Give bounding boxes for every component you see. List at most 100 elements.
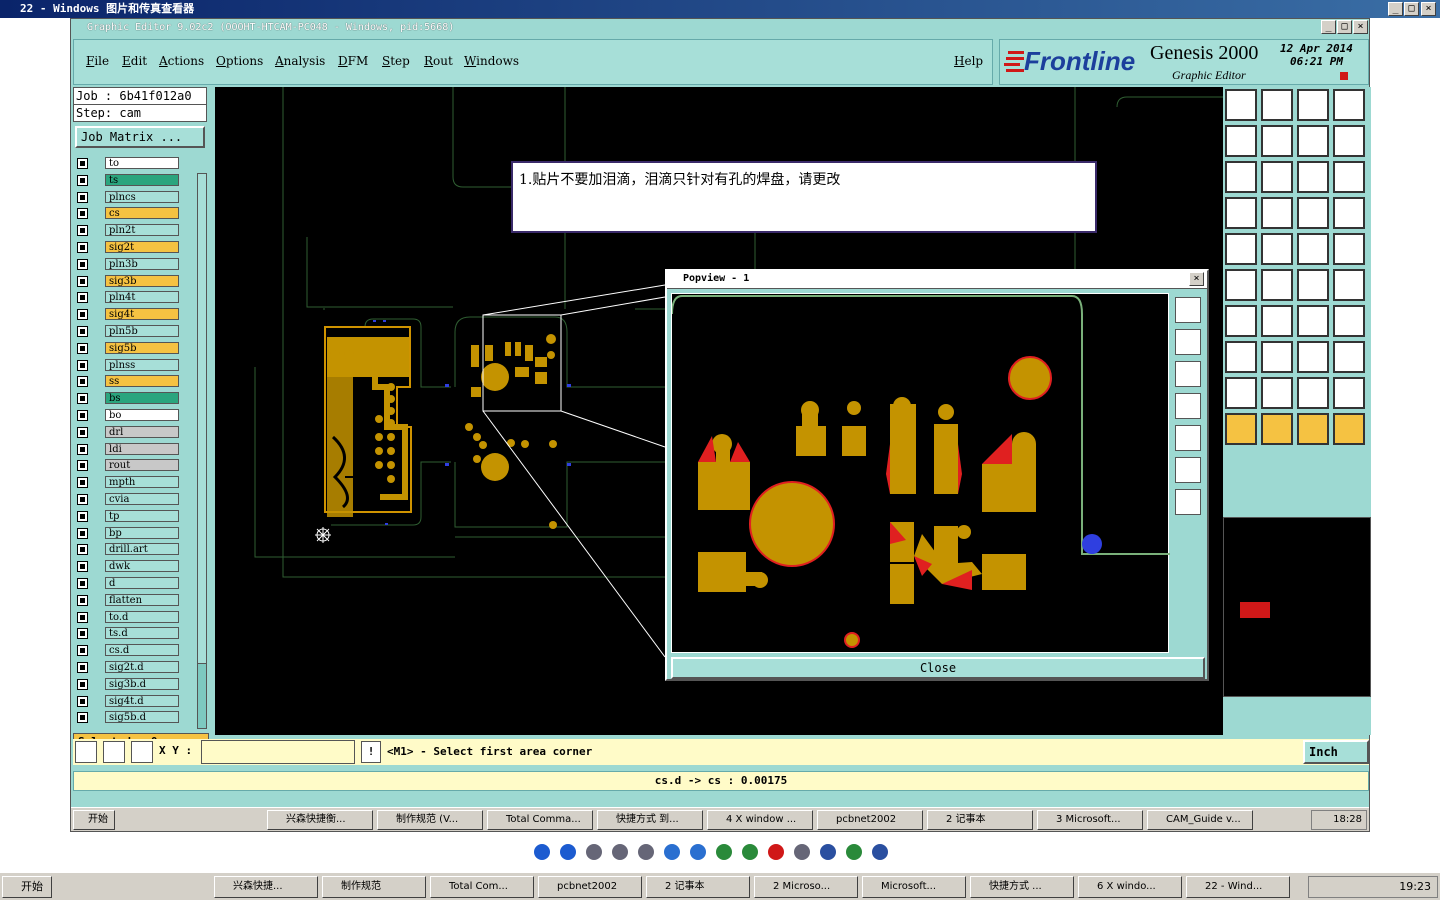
menu-analysis[interactable]: Analysis [275,54,325,68]
next-icon[interactable] [560,844,576,860]
layer-checkbox[interactable] [77,510,88,522]
tool-button-3-3-icon[interactable] [1333,197,1365,229]
tool-button-5-2-icon[interactable] [1297,269,1329,301]
layer-checkbox[interactable] [77,678,88,690]
layer-checkbox[interactable] [77,594,88,606]
grid-icon[interactable] [131,741,153,763]
task-item[interactable]: 6 X windo... [1078,876,1182,898]
tool-button-7-3-icon[interactable] [1333,341,1365,373]
inner-task-item[interactable]: pcbnet2002 [817,810,923,830]
close-button[interactable]: × [1421,2,1436,16]
mini-overview[interactable] [1223,517,1371,697]
layer-checkbox[interactable] [77,527,88,539]
menu-step[interactable]: Step [382,54,410,68]
tool-button-5-1-icon[interactable] [1261,269,1293,301]
best-fit-icon[interactable] [586,844,602,860]
menu-windows[interactable]: Windows [464,54,519,68]
unit-selector[interactable]: Inch [1303,740,1369,764]
ge-restore-button[interactable]: □ [1337,20,1352,34]
layer-checkbox[interactable] [77,426,88,438]
layer-checkbox[interactable] [77,359,88,371]
tool-button-4-0-icon[interactable] [1225,233,1257,265]
layer-checkbox[interactable] [77,258,88,270]
ge-close-button[interactable]: × [1353,20,1368,34]
task-item[interactable]: 快捷方式 ... [970,876,1074,898]
inner-start-button[interactable]: 开始 [73,810,115,830]
layer-row-ldi[interactable]: ldi [77,442,183,456]
task-item[interactable]: pcbnet2002 [538,876,642,898]
layer-checkbox[interactable] [77,611,88,623]
actual-size-icon[interactable] [612,844,628,860]
tool-button-3-2-icon[interactable] [1297,197,1329,229]
layer-checkbox[interactable] [77,477,88,489]
tool-button-8-1-icon[interactable] [1261,377,1293,409]
tool-button-9-3-icon[interactable] [1333,413,1365,445]
layer-row-ss[interactable]: ss [77,375,183,388]
layer-checkbox[interactable] [77,376,88,388]
tool-button-3-0-icon[interactable] [1225,197,1257,229]
layer-checkbox[interactable] [77,275,88,287]
edit-icon[interactable] [846,844,862,860]
tool-button-9-1-icon[interactable] [1261,413,1293,445]
menu-file[interactable]: File [86,54,109,68]
start-button[interactable]: 开始 [2,876,52,898]
popview-close-button[interactable]: Close [671,657,1205,679]
menu-actions[interactable]: Actions [159,54,204,68]
tool-button-1-1-icon[interactable] [1261,125,1293,157]
layer-checkbox[interactable] [77,561,88,573]
tool-button-9-0-icon[interactable] [1225,413,1257,445]
tool-button-5-0-icon[interactable] [1225,269,1257,301]
task-item[interactable]: Total Com... [430,876,534,898]
popview-tool-5-icon[interactable] [1175,457,1201,483]
layer-row-drill-art[interactable]: drill.art [77,543,183,556]
layer-row-to[interactable]: to [77,157,183,170]
tool-button-6-0-icon[interactable] [1225,305,1257,337]
zoom-in-icon[interactable] [664,844,680,860]
inner-task-item[interactable]: 4 X window ... [707,810,813,830]
layer-checkbox[interactable] [77,174,88,186]
inner-task-item[interactable]: 制作规范 (V... [377,810,483,830]
inner-task-item[interactable]: 3 Microsoft... [1037,810,1143,830]
layer-row-drl[interactable]: drl [77,425,183,439]
layer-checkbox[interactable] [77,410,88,421]
tool-button-5-3-icon[interactable] [1333,269,1365,301]
tool-button-2-1-icon[interactable] [1261,161,1293,193]
inner-task-item[interactable]: Total Comma... [487,810,593,830]
layer-row-sig5b-d[interactable]: sig5b.d [77,711,183,724]
layer-row-sig3b-d[interactable]: sig3b.d [77,677,183,691]
menu-dfm[interactable]: DFM [338,54,368,68]
inner-task-item[interactable]: 快捷方式 到... [597,810,703,830]
popview-tool-4-icon[interactable] [1175,425,1201,451]
layer-row-sig5b[interactable]: sig5b [77,341,183,355]
layer-row-sig4t-d[interactable]: sig4t.d [77,694,183,708]
layer-checkbox[interactable] [77,393,88,405]
maximize-button[interactable]: □ [1404,2,1419,16]
layer-checkbox[interactable] [77,326,88,337]
layer-row-rout[interactable]: rout [77,459,183,472]
menu-options[interactable]: Options [216,54,263,68]
layer-row-mpth[interactable]: mpth [77,476,183,489]
tool-button-6-1-icon[interactable] [1261,305,1293,337]
tool-button-2-3-icon[interactable] [1333,161,1365,193]
xy-input[interactable] [201,740,355,764]
layer-row-ts[interactable]: ts [77,173,183,187]
popview-tool-3-icon[interactable] [1175,393,1201,419]
inner-task-item[interactable]: 2 记事本 [927,810,1033,830]
tool-button-7-2-icon[interactable] [1297,341,1329,373]
layer-checkbox[interactable] [77,225,88,237]
task-item[interactable]: 兴森快捷... [214,876,318,898]
layer-row-sig2t[interactable]: sig2t [77,241,183,254]
tool-button-8-2-icon[interactable] [1297,377,1329,409]
layer-row-tp[interactable]: tp [77,509,183,523]
zoom-out-icon[interactable] [690,844,706,860]
layer-checkbox[interactable] [77,292,88,304]
tool-button-4-3-icon[interactable] [1333,233,1365,265]
menu-edit[interactable]: Edit [122,54,147,68]
layer-row-sig2t-d[interactable]: sig2t.d [77,661,183,674]
layer-checkbox[interactable] [77,191,88,203]
layer-row-pln4t[interactable]: pln4t [77,291,183,304]
layer-row-pln5b[interactable]: pln5b [77,325,183,338]
ge-minimize-button[interactable]: _ [1321,20,1336,34]
layer-row-cvia[interactable]: cvia [77,493,183,506]
tool-button-0-0-icon[interactable] [1225,89,1257,121]
